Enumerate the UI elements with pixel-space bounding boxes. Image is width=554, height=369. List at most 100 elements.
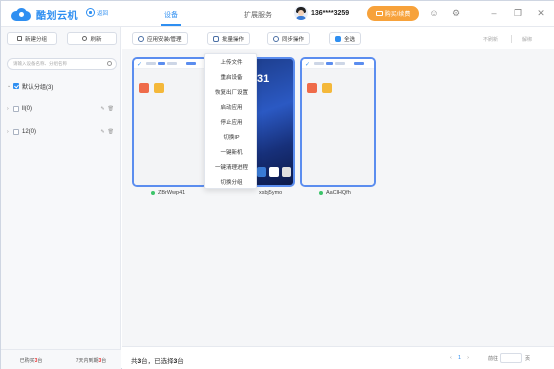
group-actions[interactable]: ✎🗑: [100, 129, 117, 135]
app-window: 酷划云机 返回 设备 扩展服务 136****3259 购买/续费 ☺ ⚙ – …: [0, 0, 554, 369]
active-tab-indicator: [161, 24, 181, 26]
select-all-checkbox[interactable]: [335, 35, 341, 42]
menu-item-clear-processes[interactable]: 一键清理进程: [205, 163, 258, 171]
batch-ops-button[interactable]: 批量操作: [207, 32, 251, 45]
brand-name: 酷划云机: [36, 11, 78, 22]
avatar[interactable]: [294, 6, 308, 20]
sync-ops-label: 同步操作: [282, 36, 305, 43]
batch-ops-menu: 上传文件 重启设备 恢复出厂设置 启动应用 停止应用 切换IP 一键新机 一键清…: [204, 53, 257, 189]
group-checkbox[interactable]: [13, 106, 19, 112]
new-group-label: 新建分组: [24, 36, 47, 43]
select-all-label: 全选: [344, 36, 356, 43]
refresh-icon: [82, 36, 88, 41]
batch-ops-label: 批量操作: [222, 36, 245, 43]
sidebar-footer: 已购买3台 7天内到期3台: [1, 349, 121, 369]
app-icon: [139, 83, 149, 93]
device-dock: [257, 167, 291, 179]
next-page-button[interactable]: ›: [467, 355, 469, 361]
menu-item-start-app[interactable]: 启动应用: [205, 103, 258, 111]
checkmark-icon[interactable]: ✓: [305, 61, 310, 68]
refresh-label: 刷新: [90, 36, 102, 43]
app-icon: [322, 83, 332, 93]
toolbar-divider: [511, 35, 512, 43]
batch-icon: [213, 35, 219, 42]
no-refresh-button[interactable]: 不刷新: [483, 36, 498, 43]
minimize-icon[interactable]: –: [489, 8, 499, 18]
tab-devices[interactable]: 设备: [164, 10, 178, 20]
search-icon[interactable]: [107, 61, 112, 66]
sync-ops-button[interactable]: 同步操作: [267, 32, 311, 45]
app-install-button[interactable]: 应用安装/管理: [132, 32, 188, 45]
app-install-label: 应用安装/管理: [147, 36, 182, 43]
checkmark-icon[interactable]: ✓: [137, 61, 142, 68]
menu-item-upload-file[interactable]: 上传文件: [205, 58, 258, 66]
online-status-icon: [319, 191, 323, 195]
app-icon: [138, 35, 144, 42]
new-group-icon: [16, 36, 22, 41]
tab-extended-services[interactable]: 扩展服务: [244, 10, 272, 20]
main-toolbar: 应用安装/管理 批量操作 同步操作 全选 不刷新 解绑: [122, 27, 554, 49]
message-icon[interactable]: ☺: [429, 8, 439, 18]
group-checkbox[interactable]: [13, 129, 19, 135]
cloud-logo-icon: [11, 7, 33, 22]
device-name: xsbj5ymo: [259, 190, 283, 196]
menu-item-switch-ip[interactable]: 切换IP: [205, 133, 258, 141]
device-card[interactable]: ✓: [132, 57, 208, 187]
bought-count-text: 已购买3台: [19, 357, 43, 364]
menu-item-switch-group[interactable]: 切换分组: [205, 178, 258, 186]
unbind-button[interactable]: 解绑: [522, 36, 532, 43]
group-actions[interactable]: ✎🗑: [100, 106, 117, 112]
device-label: ZBrWwp41: [151, 190, 185, 196]
close-icon[interactable]: ✕: [536, 8, 546, 18]
device-screen[interactable]: [134, 69, 206, 185]
gear-icon[interactable]: ⚙: [451, 8, 461, 18]
search-placeholder: 请输入设备名称、分组名称: [13, 61, 67, 66]
menu-item-new-device[interactable]: 一键新机: [205, 148, 258, 156]
menu-item-stop-app[interactable]: 停止应用: [205, 118, 258, 126]
expiring-count-text[interactable]: 7天内到期3台: [61, 357, 121, 364]
home-icon: [86, 8, 95, 17]
new-group-button[interactable]: 新建分组: [7, 32, 57, 45]
group-label: 默认分组(3): [22, 84, 54, 91]
main-footer: 共3台，已选择3台 ‹ 1 › 前往 页: [122, 346, 554, 369]
device-card[interactable]: ✓: [300, 57, 376, 187]
brand-logo: 酷划云机: [11, 7, 78, 22]
page-number[interactable]: 1: [458, 355, 461, 361]
menu-item-factory-reset[interactable]: 恢复出厂设置: [205, 88, 258, 96]
selection-summary: 共3台，已选择3台: [131, 358, 184, 365]
goto-page-input[interactable]: [500, 353, 522, 363]
goto-suffix: 页: [525, 356, 531, 362]
pagination: ‹ 1 ›: [450, 355, 469, 361]
online-status-icon: [151, 191, 155, 195]
user-phone[interactable]: 136****3259: [311, 10, 349, 17]
device-clock: 31: [257, 73, 270, 85]
group-item-ll[interactable]: › ll(0) ✎🗑: [7, 104, 117, 114]
goto-prefix: 前往: [488, 356, 499, 362]
home-label: 返回: [97, 10, 109, 17]
renew-button[interactable]: 购买/续费: [367, 6, 419, 21]
device-name: ZBrWwp41: [158, 190, 186, 196]
group-label: ll(0): [22, 106, 32, 112]
sync-icon: [273, 35, 279, 42]
home-button[interactable]: 返回: [86, 8, 108, 17]
renew-label: 购买/续费: [384, 12, 411, 18]
app-icon: [307, 83, 317, 93]
search-input[interactable]: 请输入设备名称、分组名称: [7, 58, 117, 70]
top-bar: 酷划云机 返回 设备 扩展服务 136****3259 购买/续费 ☺ ⚙ – …: [1, 1, 554, 27]
refresh-button[interactable]: 刷新: [67, 32, 117, 45]
prev-page-button[interactable]: ‹: [450, 355, 452, 361]
app-icon: [154, 83, 164, 93]
menu-item-reboot[interactable]: 重启设备: [205, 73, 258, 81]
select-all-button[interactable]: 全选: [329, 32, 362, 45]
device-screen[interactable]: [302, 69, 374, 185]
group-item-12[interactable]: › 12(0) ✎🗑: [7, 127, 117, 137]
device-label: AaClHQfh: [319, 190, 351, 196]
device-card[interactable]: 31: [255, 57, 295, 187]
mail-icon: [375, 11, 383, 16]
sidebar: 新建分组 刷新 请输入设备名称、分组名称 ⌄ 默认分组(3) › ll(0) ✎…: [1, 27, 121, 369]
restore-icon[interactable]: ❐: [513, 8, 523, 18]
device-name: AaClHQfh: [326, 190, 351, 196]
group-item-default[interactable]: ⌄ 默认分组(3): [7, 81, 117, 91]
device-label: xsbj5ymo: [259, 190, 282, 196]
group-checkbox[interactable]: [13, 83, 19, 89]
